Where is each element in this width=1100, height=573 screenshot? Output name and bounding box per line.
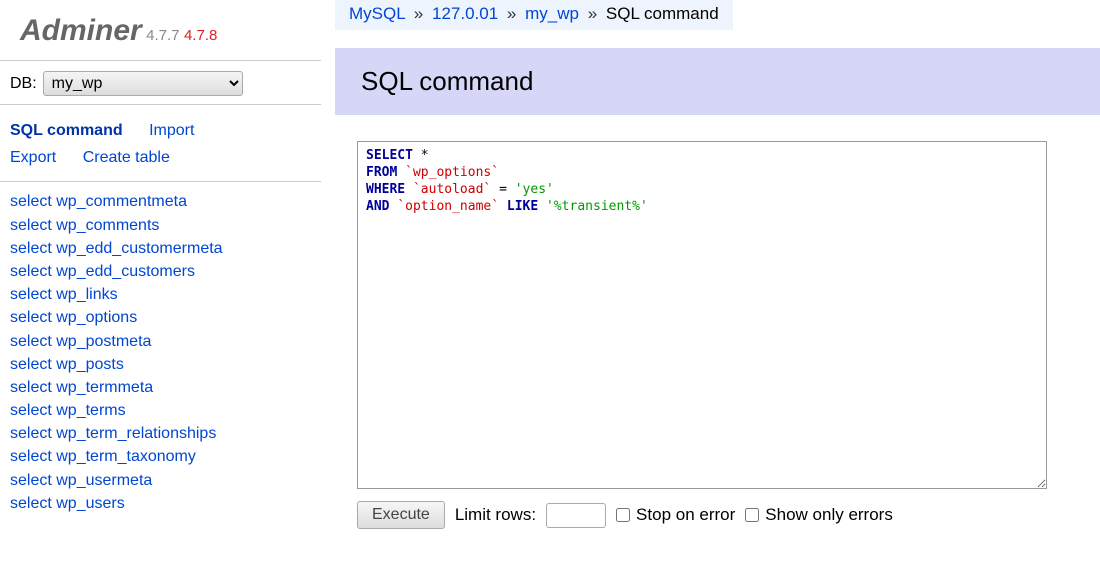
table-link[interactable]: select wp_term_taxonomy: [10, 445, 321, 468]
table-link[interactable]: select wp_comments: [10, 214, 321, 237]
limit-rows-label: Limit rows:: [455, 505, 536, 525]
app-title: Adminer: [20, 14, 142, 47]
table-link[interactable]: select wp_terms: [10, 399, 321, 422]
breadcrumb-sep: »: [414, 4, 423, 23]
app-version: 4.7.7: [146, 27, 179, 44]
stop-on-error-checkbox[interactable]: [616, 508, 630, 522]
create-table-link[interactable]: Create table: [83, 149, 170, 166]
show-only-errors-checkbox[interactable]: [745, 508, 759, 522]
table-link[interactable]: select wp_links: [10, 283, 321, 306]
table-link[interactable]: select wp_edd_customers: [10, 260, 321, 283]
table-list: select wp_commentmeta select wp_comments…: [0, 182, 321, 515]
stop-on-error-text: Stop on error: [636, 505, 735, 525]
sidebar-actions: SQL command Import Export Create table: [0, 105, 321, 181]
breadcrumb-db[interactable]: my_wp: [525, 4, 579, 23]
table-link[interactable]: select wp_term_relationships: [10, 422, 321, 445]
table-link[interactable]: select wp_edd_customermeta: [10, 237, 321, 260]
db-label: DB:: [10, 75, 37, 93]
app-header: Adminer 4.7.7 4.7.8: [0, 0, 321, 60]
limit-rows-input[interactable]: [546, 503, 606, 528]
table-link[interactable]: select wp_usermeta: [10, 469, 321, 492]
breadcrumb: MySQL » 127.0.01 » my_wp » SQL command: [335, 0, 733, 30]
sql-command-link[interactable]: SQL command: [10, 122, 123, 139]
table-link[interactable]: select wp_termmeta: [10, 376, 321, 399]
execute-button[interactable]: Execute: [357, 501, 445, 529]
page-title-bar: SQL command: [335, 48, 1100, 115]
table-link[interactable]: select wp_commentmeta: [10, 190, 321, 213]
app-new-version[interactable]: 4.7.8: [184, 27, 217, 44]
table-link[interactable]: select wp_users: [10, 492, 321, 515]
table-link[interactable]: select wp_options: [10, 306, 321, 329]
stop-on-error-label[interactable]: Stop on error: [616, 505, 735, 525]
breadcrumb-host[interactable]: 127.0.01: [432, 4, 498, 23]
breadcrumb-mysql[interactable]: MySQL: [349, 4, 405, 23]
table-link[interactable]: select wp_postmeta: [10, 330, 321, 353]
db-select[interactable]: my_wp: [43, 71, 243, 96]
table-link[interactable]: select wp_posts: [10, 353, 321, 376]
export-link[interactable]: Export: [10, 149, 56, 166]
sql-textarea[interactable]: SELECT * FROM `wp_options` WHERE `autolo…: [357, 141, 1047, 489]
show-only-errors-label[interactable]: Show only errors: [745, 505, 893, 525]
show-only-errors-text: Show only errors: [765, 505, 893, 525]
breadcrumb-sep: »: [507, 4, 516, 23]
page-title: SQL command: [361, 66, 1074, 97]
breadcrumb-sep: »: [588, 4, 597, 23]
breadcrumb-current: SQL command: [606, 4, 719, 23]
import-link[interactable]: Import: [149, 122, 194, 139]
